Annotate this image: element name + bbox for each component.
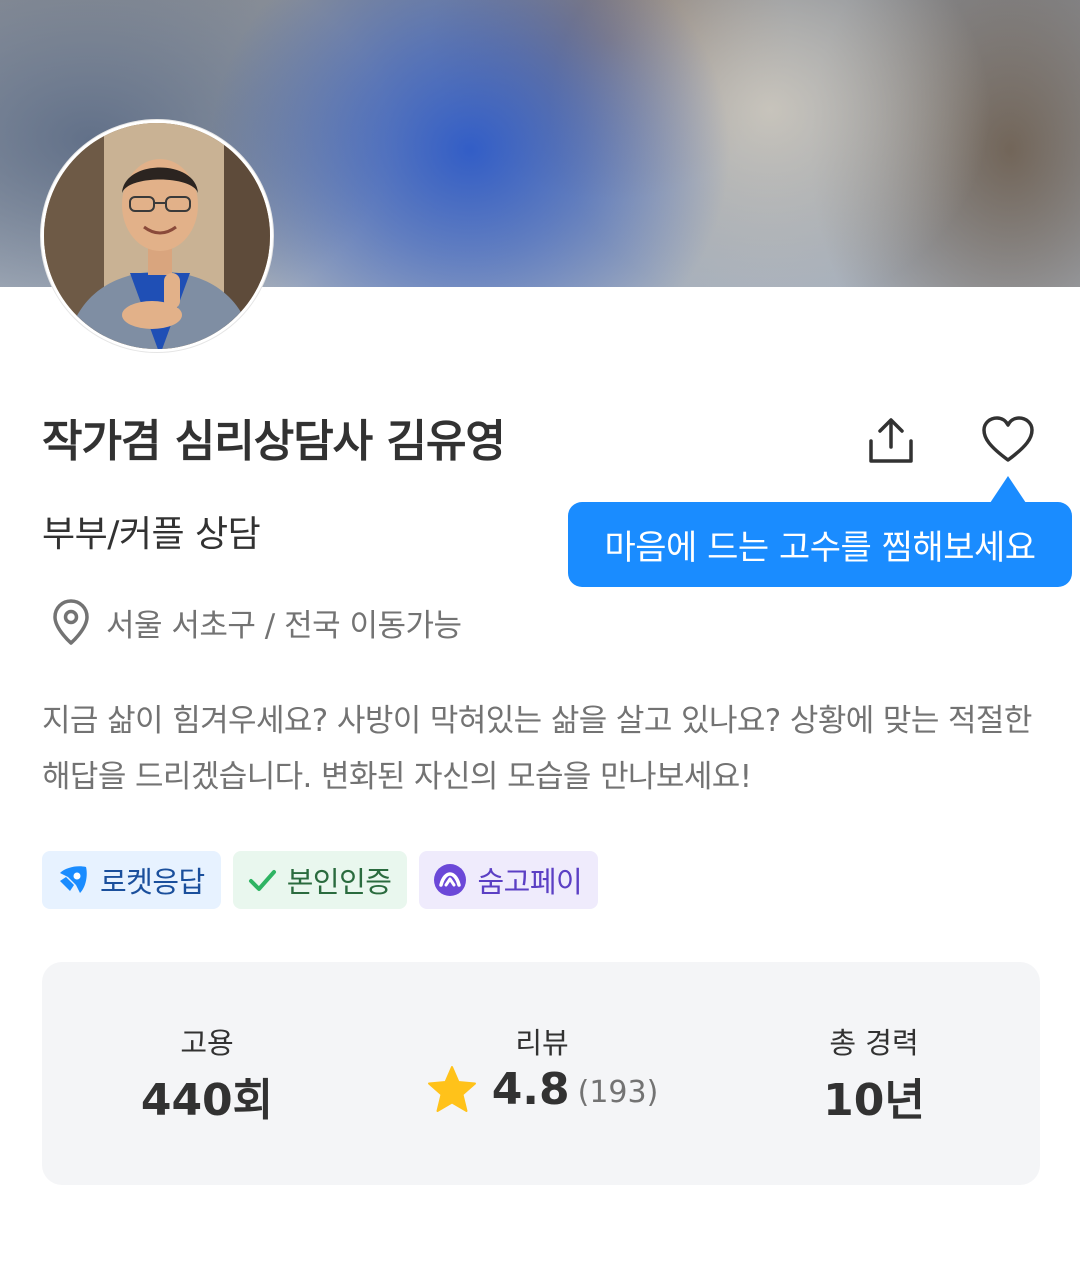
badge-label: 본인인증 xyxy=(286,865,392,899)
share-button[interactable] xyxy=(856,405,926,475)
stats-panel: 고용 440회 리뷰 4.8 (193) 총 경력 10년 xyxy=(42,962,1040,1185)
location-pin-icon xyxy=(53,599,89,645)
star-icon xyxy=(426,1065,478,1115)
title-row: 작가겸 심리상담사 김유영 xyxy=(42,405,506,469)
rocket-icon xyxy=(56,863,90,897)
stat-hire: 고용 440회 xyxy=(57,962,357,1185)
stat-hire-value: 440회 xyxy=(140,1075,274,1126)
badge-identity-verified[interactable]: 본인인증 xyxy=(232,851,408,909)
stat-review-label: 리뷰 xyxy=(515,1026,569,1060)
location: 서울 서초구 / 전국 이동가능 xyxy=(52,598,462,646)
badge-rocket-response[interactable]: 로켓응답 xyxy=(42,851,221,909)
review-count: (193) xyxy=(577,1075,659,1110)
review-rating: 4.8 xyxy=(491,1064,570,1115)
avatar[interactable] xyxy=(41,120,273,352)
profile-photo xyxy=(44,123,270,349)
stat-career: 총 경력 10년 xyxy=(724,962,1024,1185)
intro-text: 지금 삶이 힘겨우세요? 사방이 막혀있는 삶을 살고 있나요? 상황에 맞는 … xyxy=(42,703,1032,795)
soomgo-pay-icon xyxy=(433,863,467,897)
service-category: 부부/커플 상담 xyxy=(42,514,261,555)
stat-career-label: 총 경력 xyxy=(829,1026,919,1060)
heart-icon xyxy=(982,416,1034,462)
stat-review[interactable]: 리뷰 4.8 (193) xyxy=(392,962,692,1185)
stat-review-value: 4.8 (193) xyxy=(392,1064,692,1115)
favorite-button[interactable] xyxy=(973,405,1043,475)
badge-soomgo-pay[interactable]: 숨고페이 xyxy=(419,851,599,909)
share-icon xyxy=(869,418,913,463)
tooltip-text: 마음에 드는 고수를 찜해보세요 xyxy=(604,528,1036,568)
badge-label: 로켓응답 xyxy=(100,865,205,899)
badge-label: 숨고페이 xyxy=(477,865,583,899)
check-icon xyxy=(247,865,277,895)
favorite-tooltip[interactable]: 마음에 드는 고수를 찜해보세요 xyxy=(568,502,1072,587)
stat-hire-label: 고용 xyxy=(180,1026,234,1060)
profile-name: 작가겸 심리상담사 김유영 xyxy=(42,416,506,467)
stat-career-value: 10년 xyxy=(823,1075,925,1126)
badge-list: 로켓응답 본인인증 숨고페이 xyxy=(42,851,599,909)
location-text: 서울 서초구 / 전국 이동가능 xyxy=(106,607,462,644)
tooltip-arrow xyxy=(990,476,1026,503)
